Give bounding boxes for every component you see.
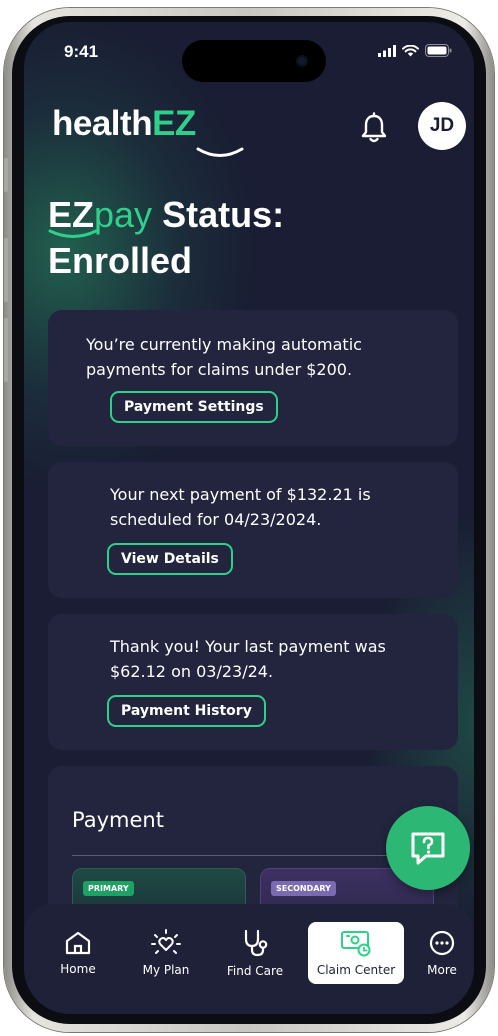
tab-more[interactable]: More (416, 922, 468, 984)
next-payment-line1: Your next payment of $132.21 is (110, 485, 371, 504)
ezpay-smile-icon (48, 229, 98, 238)
notification-bell-icon[interactable] (359, 112, 389, 144)
next-payment-line2: scheduled for 04/23/2024. (110, 510, 322, 529)
heart-sparkle-icon (151, 929, 181, 954)
status-time: 9:41 (64, 42, 99, 61)
logo-main-text: health (52, 104, 153, 143)
tab-claim-center-label: Claim Center (316, 963, 396, 977)
logo-accent-text: EZ (152, 104, 196, 143)
tab-home-label: Home (60, 962, 96, 976)
camera-icon (296, 55, 308, 67)
last-payment-text: Thank you! Your last payment was $62.12 … (110, 634, 386, 684)
status-icons (378, 44, 452, 57)
help-chat-icon (411, 832, 445, 865)
last-payment-line1: Thank you! Your last payment was (110, 637, 386, 656)
volume-down-button (4, 318, 8, 382)
logo-smile-icon (196, 147, 244, 157)
tab-more-label: More (427, 963, 457, 977)
cellular-signal-icon (378, 44, 396, 57)
volume-up-button (4, 238, 8, 302)
tab-claim-center[interactable]: Claim Center (308, 922, 404, 984)
status-title-rest: Status: (162, 194, 285, 235)
payment-divider (72, 855, 432, 856)
tab-find-care[interactable]: Find Care (218, 922, 292, 984)
autopay-text-line2: payments for claims under $200. (86, 360, 353, 379)
payment-history-button[interactable]: Payment History (107, 695, 266, 727)
more-icon (429, 930, 455, 956)
healthez-logo: healthEZ (52, 104, 196, 144)
wifi-icon (402, 44, 419, 56)
stethoscope-icon (244, 929, 268, 957)
payment-settings-button[interactable]: Payment Settings (110, 391, 278, 423)
home-icon (65, 931, 91, 955)
autopay-text: You’re currently making automatic paymen… (86, 332, 362, 382)
view-details-button[interactable]: View Details (107, 543, 233, 575)
help-chat-button[interactable] (386, 806, 470, 890)
next-payment-text: Your next payment of $132.21 is schedule… (110, 482, 371, 532)
last-payment-line2: $62.12 on 03/23/24. (110, 662, 274, 681)
tab-find-care-label: Find Care (226, 964, 284, 978)
tab-home[interactable]: Home (48, 922, 108, 984)
app-screen: 9:41 healthEZ JD EZ pay Status: Enrolled (24, 22, 474, 1014)
user-avatar[interactable]: JD (418, 102, 466, 150)
secondary-tag: SECONDARY (271, 881, 336, 896)
brand-pay-text: pay (94, 194, 153, 235)
action-button (4, 158, 8, 192)
tab-my-plan-label: My Plan (142, 963, 190, 977)
payment-section-title: Payment (72, 808, 164, 832)
autopay-text-line1: You’re currently making automatic (86, 335, 362, 354)
primary-tag: PRIMARY (83, 881, 134, 896)
claim-icon (341, 931, 371, 957)
dynamic-island (182, 40, 326, 82)
status-value: Enrolled (48, 240, 193, 281)
tab-my-plan[interactable]: My Plan (132, 922, 200, 984)
battery-icon (425, 44, 452, 57)
